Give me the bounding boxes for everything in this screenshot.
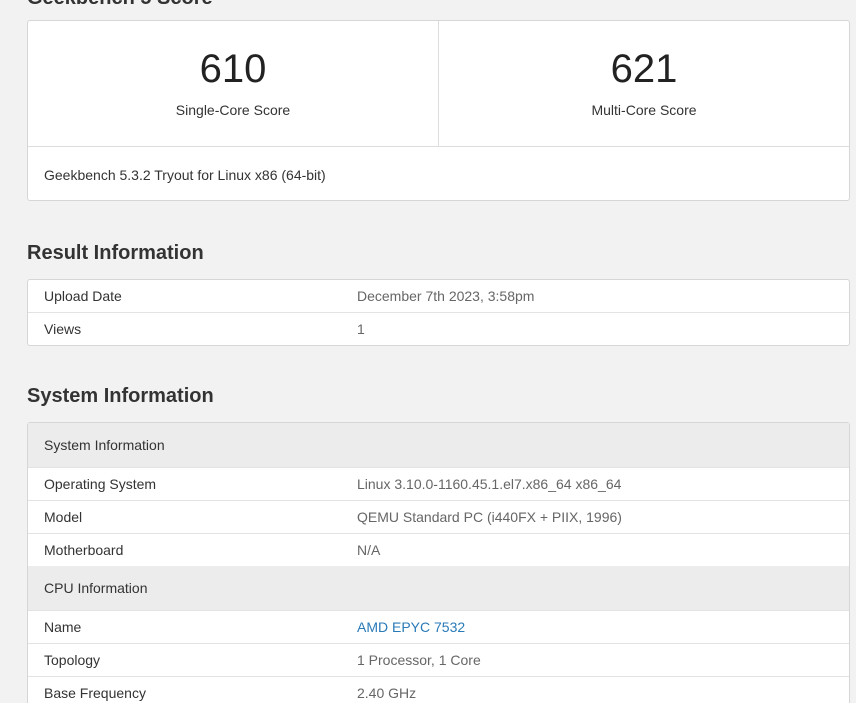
table-row: Base Frequency 2.40 GHz [28,676,849,703]
table-row: Model QEMU Standard PC (i440FX + PIIX, 1… [28,500,849,533]
benchmark-version: Geekbench 5.3.2 Tryout for Linux x86 (64… [44,167,326,183]
base-frequency-label: Base Frequency [44,685,146,701]
cpu-name-link[interactable]: AMD EPYC 7532 [357,619,849,635]
cpu-information-group-header: CPU Information [28,566,849,610]
table-row: Motherboard N/A [28,533,849,566]
table-row: Operating System Linux 3.10.0-1160.45.1.… [28,467,849,500]
operating-system-label: Operating System [44,476,157,492]
multi-core-score-label: Multi-Core Score [591,102,697,118]
system-information-table: System Information Operating System Linu… [27,422,850,703]
upload-date-label: Upload Date [44,288,122,304]
motherboard-label: Motherboard [44,542,124,558]
table-row: Topology 1 Processor, 1 Core [28,643,849,676]
score-section-heading: Geekbench 5 Score [27,0,213,10]
topology-value: 1 Processor, 1 Core [357,652,481,668]
score-card: 610 Single-Core Score 621 Multi-Core Sco… [27,20,850,201]
score-row: 610 Single-Core Score 621 Multi-Core Sco… [28,21,849,147]
views-label: Views [44,321,82,337]
result-information-title: Result Information [27,242,204,264]
page: Geekbench 5 Score 610 Single-Core Score … [0,0,856,703]
single-core-score-label: Single-Core Score [175,102,291,118]
multi-core-score-cell: 621 Multi-Core Score [439,21,849,146]
model-label: Model [44,509,83,525]
multi-core-score-value: 621 [610,47,678,91]
upload-date-value: December 7th 2023, 3:58pm [357,288,535,304]
single-core-score-value: 610 [199,47,267,91]
motherboard-value: N/A [357,542,381,558]
result-information-table: Upload Date December 7th 2023, 3:58pm Vi… [27,279,850,346]
table-row: Name AMD EPYC 7532 [28,610,849,643]
topology-label: Topology [44,652,101,668]
table-row: Views 1 [28,312,849,345]
single-core-score-cell: 610 Single-Core Score [28,21,439,146]
system-information-title: System Information [27,385,214,407]
table-row: Upload Date December 7th 2023, 3:58pm [28,280,849,312]
views-value: 1 [357,321,365,337]
model-value: QEMU Standard PC (i440FX + PIIX, 1996) [357,509,622,525]
system-information-group-header: System Information [28,423,849,467]
cpu-name-label: Name [44,619,82,635]
operating-system-value: Linux 3.10.0-1160.45.1.el7.x86_64 x86_64 [357,476,622,492]
base-frequency-value: 2.40 GHz [357,685,417,701]
